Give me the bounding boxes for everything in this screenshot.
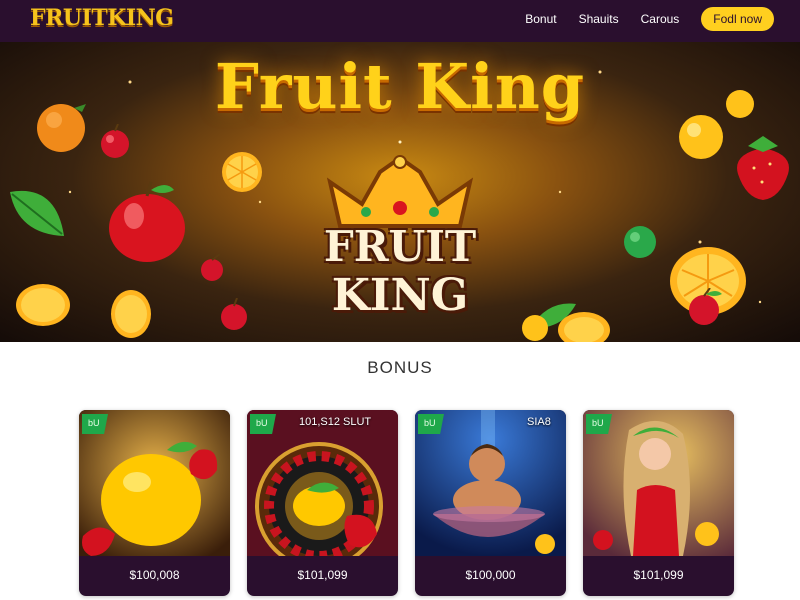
card-tag: SIA8 xyxy=(527,416,551,428)
bonus-card[interactable]: bU $100,008 xyxy=(79,410,230,596)
hero-title: Fruit King xyxy=(214,50,586,123)
bonus-badge: bU xyxy=(82,414,108,434)
top-navigation-bar: FRUITKING Bonut Shauits Carous Fodl now xyxy=(0,0,800,42)
bonus-card[interactable]: bU 101,S12 SLUT $101,099 xyxy=(247,410,398,596)
card-price: $100,000 xyxy=(465,568,516,582)
orange-slice-icon xyxy=(522,315,548,341)
cherry-fruit-icon xyxy=(201,254,223,281)
apple-fruit-icon xyxy=(109,181,185,262)
orange-slice-icon xyxy=(222,152,262,192)
bonus-card[interactable]: bU $101,099 xyxy=(583,410,734,596)
orange-slice-icon xyxy=(16,284,70,326)
card-tag: 101,S12 SLUT xyxy=(299,416,372,428)
cherry-fruit-icon xyxy=(101,124,129,158)
main-nav: Bonut Shauits Carous Fodl now xyxy=(525,7,774,31)
bonus-badge: bU xyxy=(418,414,444,434)
card-price: $100,008 xyxy=(129,568,180,582)
play-now-button[interactable]: Fodl now xyxy=(701,7,774,31)
card-price: $101,099 xyxy=(297,568,348,582)
leaf-icon xyxy=(10,190,64,236)
bonus-badge: bU xyxy=(586,414,612,434)
nav-link-bonus[interactable]: Bonut xyxy=(525,8,556,30)
site-logo[interactable]: FRUITKING xyxy=(30,5,174,31)
bonus-badge: bU xyxy=(250,414,276,434)
nav-link-shauits[interactable]: Shauits xyxy=(579,8,619,30)
fruit-king-emblem: FRUIT KING xyxy=(300,154,500,339)
cherry-fruit-icon xyxy=(221,298,247,330)
orange-slice-icon xyxy=(111,290,151,338)
lime-fruit-icon xyxy=(624,226,656,258)
strawberry-fruit-icon xyxy=(737,136,789,200)
bonus-card[interactable]: bU SIA8 $100,000 xyxy=(415,410,566,596)
emblem-text-king: KING xyxy=(331,270,469,321)
emblem-text-fruit: FRUIT xyxy=(323,222,477,271)
nav-link-carous[interactable]: Carous xyxy=(641,8,680,30)
cherry-fruit-icon xyxy=(689,288,722,325)
bonus-section-title: BONUS xyxy=(367,358,433,377)
card-price: $101,099 xyxy=(633,568,684,582)
hero-banner: Fruit King FRUIT KING xyxy=(0,42,800,342)
orange-slice-icon xyxy=(558,312,610,342)
